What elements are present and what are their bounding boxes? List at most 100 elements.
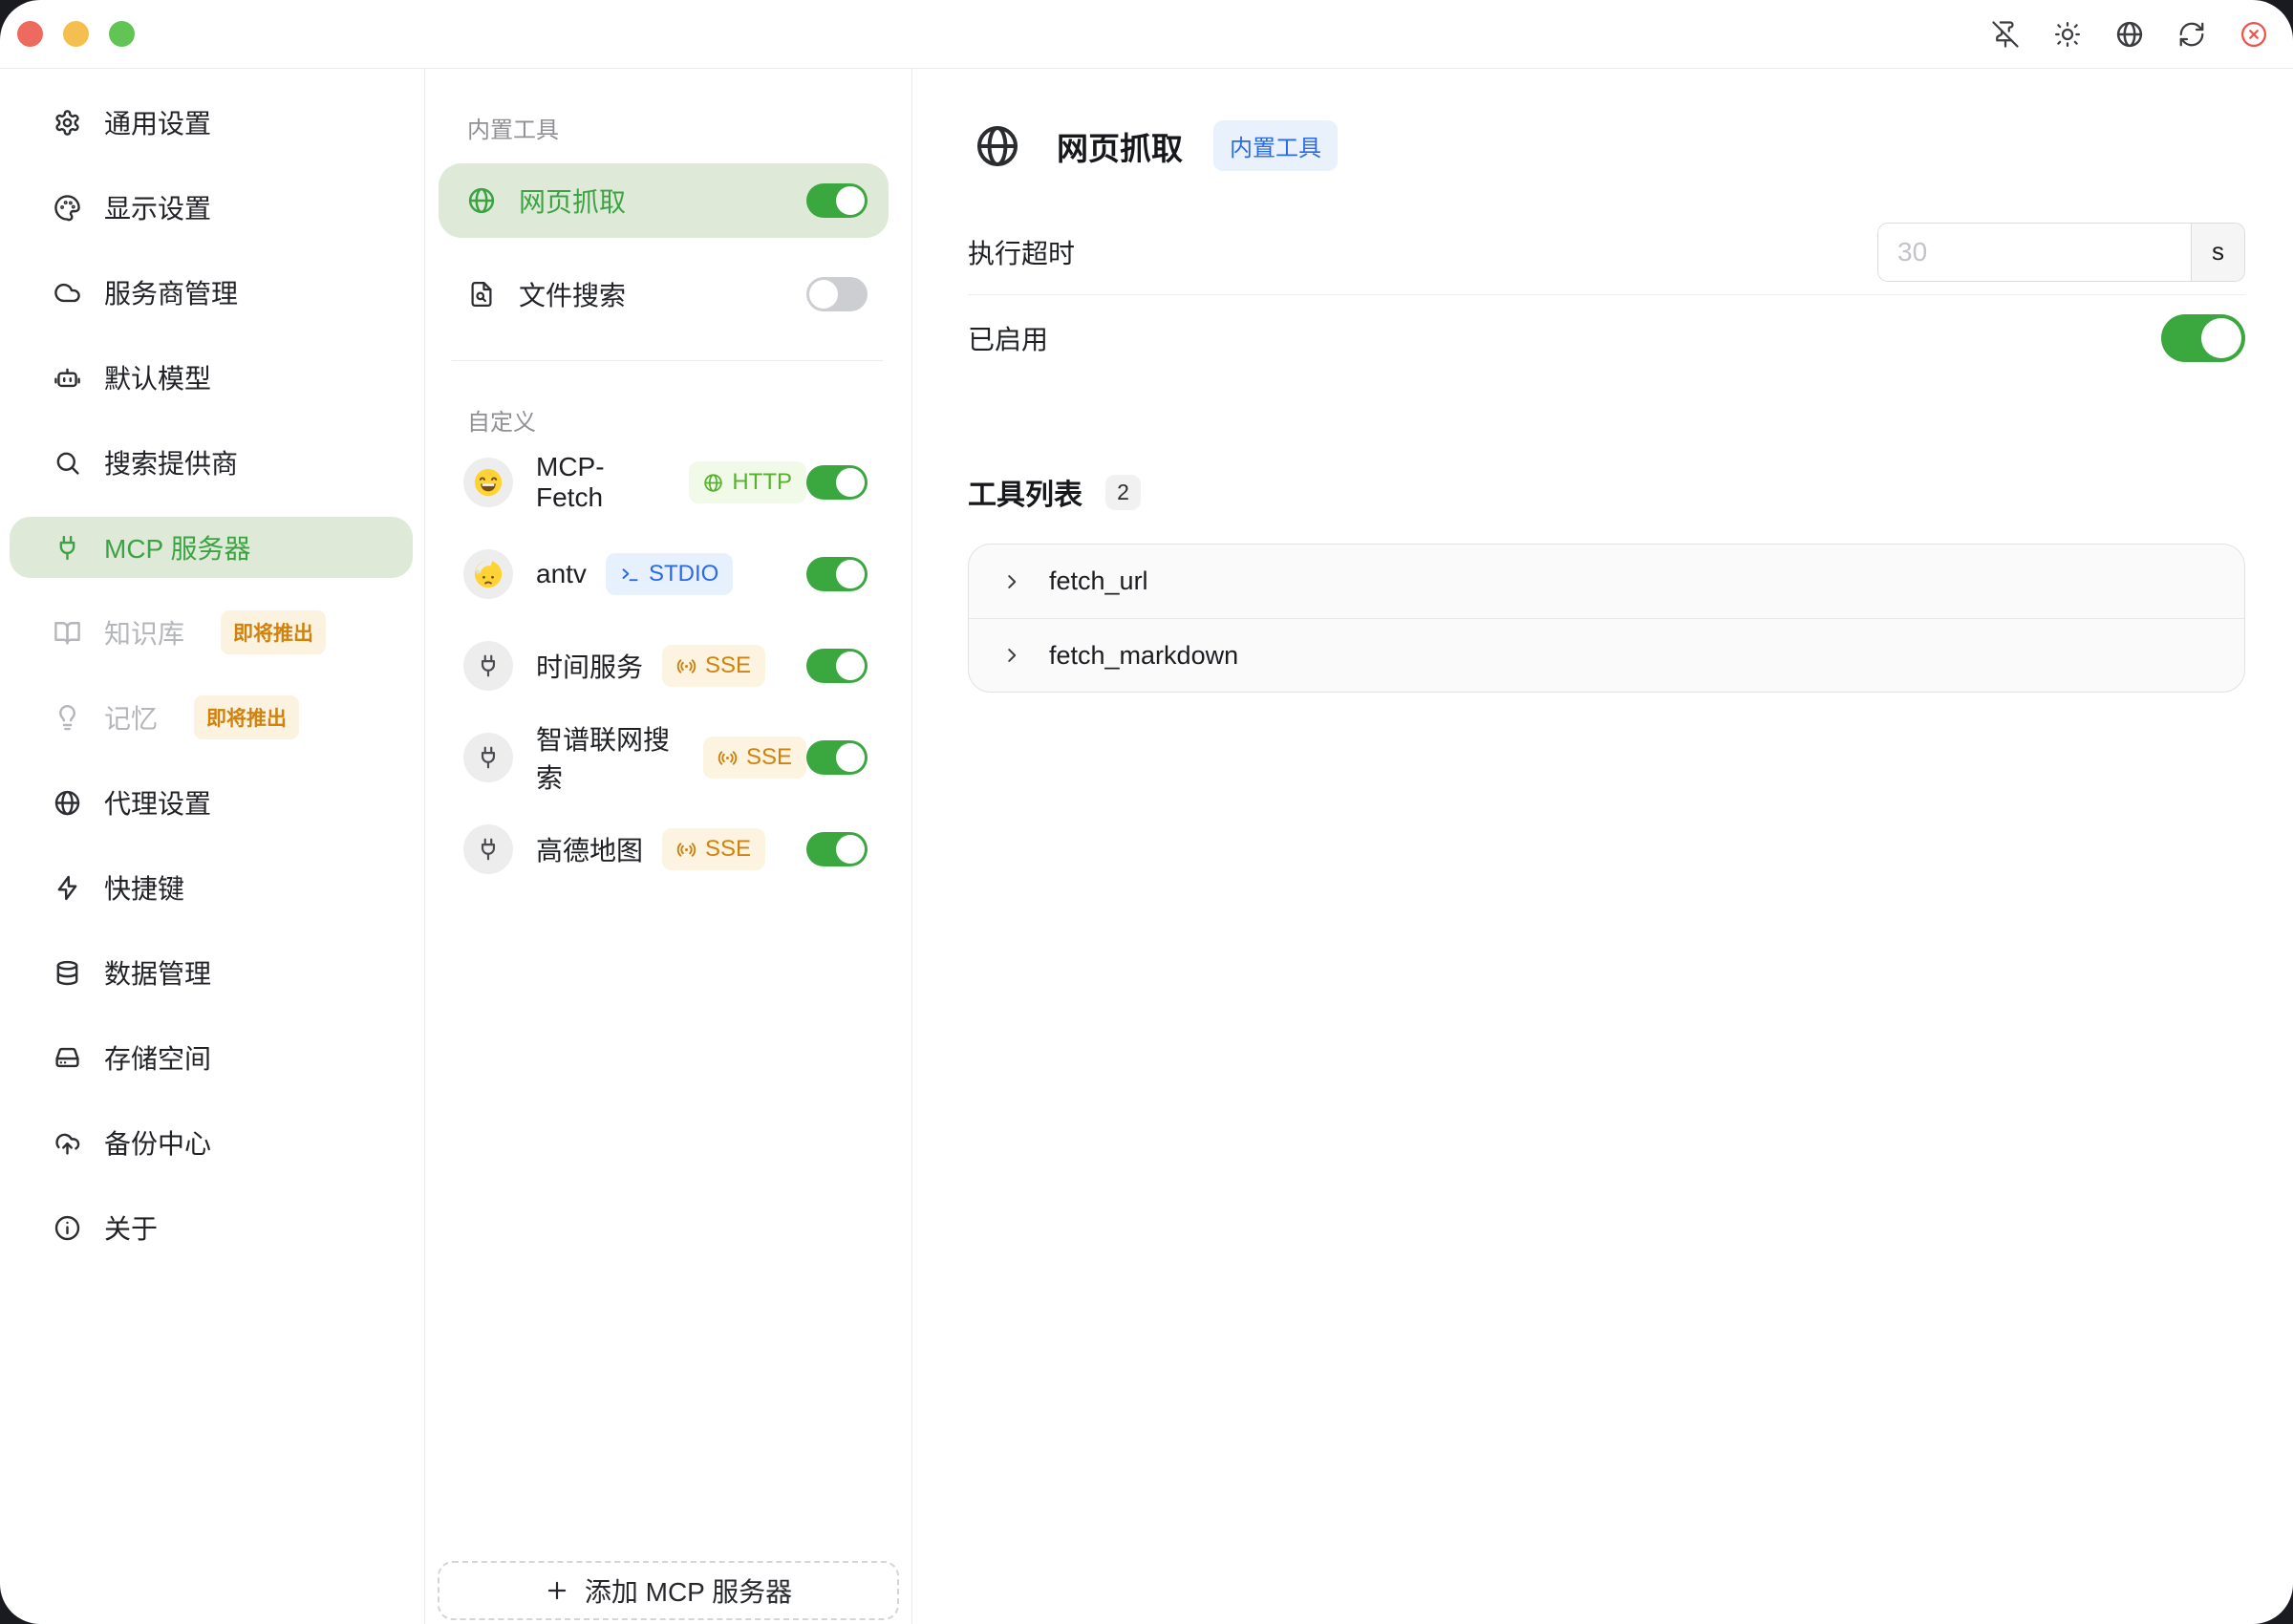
zap-icon	[54, 874, 81, 902]
transport-badge-sse: SSE	[662, 645, 765, 687]
sun-icon[interactable]	[2053, 20, 2082, 49]
sidebar-item-label: 数据管理	[104, 953, 211, 992]
sidebar-item-memory[interactable]: 记忆 即将推出	[10, 687, 413, 748]
lightbulb-icon	[54, 704, 81, 732]
server-name: 时间服务	[536, 647, 643, 685]
hard-drive-icon	[54, 1044, 81, 1072]
zhipu-web-search-toggle[interactable]	[806, 740, 868, 775]
tool-row-fetch_markdown[interactable]: fetch_markdown	[969, 618, 2244, 692]
sidebar-item-label: 显示设置	[104, 188, 211, 226]
plug-icon	[54, 534, 81, 562]
close-traffic-light[interactable]	[17, 21, 43, 47]
book-open-icon	[54, 619, 81, 647]
time-service-toggle[interactable]	[806, 649, 868, 683]
sidebar-item-providers[interactable]: 服务商管理	[10, 262, 413, 323]
antv-toggle[interactable]	[806, 557, 868, 591]
server-name: MCP-Fetch	[536, 452, 670, 513]
traffic-lights	[17, 21, 135, 47]
chevron-right-icon	[1001, 571, 1022, 592]
chevron-right-icon	[1001, 645, 1022, 666]
custom-server-time-service[interactable]: 时间服务 SSE	[439, 620, 889, 712]
globe-icon	[703, 473, 723, 493]
sidebar-item-label: MCP 服务器	[104, 528, 251, 566]
enabled-row: 已启用	[968, 295, 2245, 381]
sidebar-item-label: 知识库	[104, 613, 184, 652]
web-fetch-toggle[interactable]	[806, 183, 868, 218]
zoom-traffic-light[interactable]	[109, 21, 135, 47]
file-search-toggle[interactable]	[806, 277, 868, 311]
radio-icon	[718, 748, 738, 768]
pin-off-icon[interactable]	[1991, 20, 2020, 49]
sidebar-item-label: 通用设置	[104, 103, 211, 141]
sidebar-item-label: 关于	[104, 1208, 158, 1247]
sidebar-item-shortcuts[interactable]: 快捷键	[10, 857, 413, 918]
detail-settings: 执行超时 s 已启用	[968, 209, 2245, 381]
server-name: 高德地图	[536, 830, 643, 868]
server-avatar	[463, 733, 513, 782]
sidebar-item-data-management[interactable]: 数据管理	[10, 942, 413, 1003]
timeout-input[interactable]	[1878, 224, 2191, 281]
tools-list-header: 工具列表 2	[968, 471, 2245, 513]
sidebar-item-mcp-servers[interactable]: MCP 服务器	[10, 517, 413, 578]
transport-badge-stdio: STDIO	[606, 553, 733, 595]
sidebar-item-label: 备份中心	[104, 1123, 211, 1162]
titlebar-actions	[1991, 20, 2268, 49]
sidebar-item-storage[interactable]: 存储空间	[10, 1027, 413, 1088]
globe-icon[interactable]	[2115, 20, 2144, 49]
mcp-fetch-toggle[interactable]	[806, 465, 868, 500]
custom-section-label: 自定义	[467, 403, 889, 437]
close-circle-icon[interactable]	[2239, 20, 2268, 49]
tool-row-fetch_url[interactable]: fetch_url	[969, 545, 2244, 618]
transport-badge-sse: SSE	[703, 737, 806, 779]
sidebar-item-backup[interactable]: 备份中心	[10, 1112, 413, 1173]
tools-count-badge: 2	[1105, 475, 1141, 510]
sidebar-item-proxy[interactable]: 代理设置	[10, 772, 413, 833]
tools-list-title: 工具列表	[968, 471, 1082, 513]
sidebar-item-about[interactable]: 关于	[10, 1197, 413, 1258]
coming-soon-badge: 即将推出	[194, 695, 299, 739]
custom-server-amap[interactable]: 高德地图 SSE	[439, 803, 889, 895]
minimize-traffic-light[interactable]	[63, 21, 89, 47]
plug-icon	[476, 837, 501, 862]
sidebar-item-default-models[interactable]: 默认模型	[10, 347, 413, 408]
builtin-tool-web-fetch[interactable]: 网页抓取	[439, 163, 889, 238]
globe-icon	[975, 123, 1020, 169]
timeout-row: 执行超时 s	[968, 209, 2245, 295]
sidebar-item-knowledge-base[interactable]: 知识库 即将推出	[10, 602, 413, 663]
sidebar-item-label: 快捷键	[104, 868, 184, 907]
server-name: 智谱联网搜索	[536, 719, 684, 796]
sidebar-item-general[interactable]: 通用设置	[10, 92, 413, 153]
server-avatar	[463, 824, 513, 874]
add-mcp-server-button[interactable]: 添加 MCP 服务器	[438, 1561, 899, 1620]
sidebar-item-label: 代理设置	[104, 783, 211, 822]
sidebar-item-label: 服务商管理	[104, 273, 238, 311]
sidebar-item-display[interactable]: 显示设置	[10, 177, 413, 238]
cloud-upload-icon	[54, 1129, 81, 1157]
server-avatar	[463, 641, 513, 691]
titlebar	[0, 0, 2293, 69]
mcp-server-list-panel: 内置工具 网页抓取 文件搜索 自定义 MCP-Fetch HTTP antv	[425, 69, 912, 1624]
search-icon	[54, 449, 81, 477]
grinning-face-emoji-icon	[472, 466, 504, 499]
refresh-icon[interactable]	[2177, 20, 2206, 49]
bandaged-face-emoji-icon	[472, 558, 504, 590]
enabled-toggle[interactable]	[2161, 314, 2245, 362]
radio-icon	[676, 656, 696, 676]
cloud-icon	[54, 279, 81, 307]
custom-server-antv[interactable]: antv STDIO	[439, 528, 889, 620]
add-mcp-server-label: 添加 MCP 服务器	[585, 1571, 792, 1610]
robot-icon	[54, 364, 81, 392]
sidebar-item-search-providers[interactable]: 搜索提供商	[10, 432, 413, 493]
amap-toggle[interactable]	[806, 832, 868, 866]
custom-server-mcp-fetch[interactable]: MCP-Fetch HTTP	[439, 437, 889, 528]
builtin-tool-file-search[interactable]: 文件搜索	[439, 257, 889, 331]
radio-icon	[676, 840, 696, 860]
custom-server-zhipu-web-search[interactable]: 智谱联网搜索 SSE	[439, 712, 889, 803]
gear-icon	[54, 109, 81, 137]
database-icon	[54, 959, 81, 987]
timeout-unit: s	[2191, 224, 2244, 281]
app-window: 通用设置 显示设置 服务商管理 默认模型 搜索提供商 MCP 服务器 知识库 即…	[0, 0, 2293, 1624]
builtin-section-label: 内置工具	[467, 111, 889, 144]
builtin-tool-name: 文件搜索	[519, 275, 626, 313]
custom-servers-list: MCP-Fetch HTTP antv STDIO 时间服务 SSE	[439, 437, 889, 895]
